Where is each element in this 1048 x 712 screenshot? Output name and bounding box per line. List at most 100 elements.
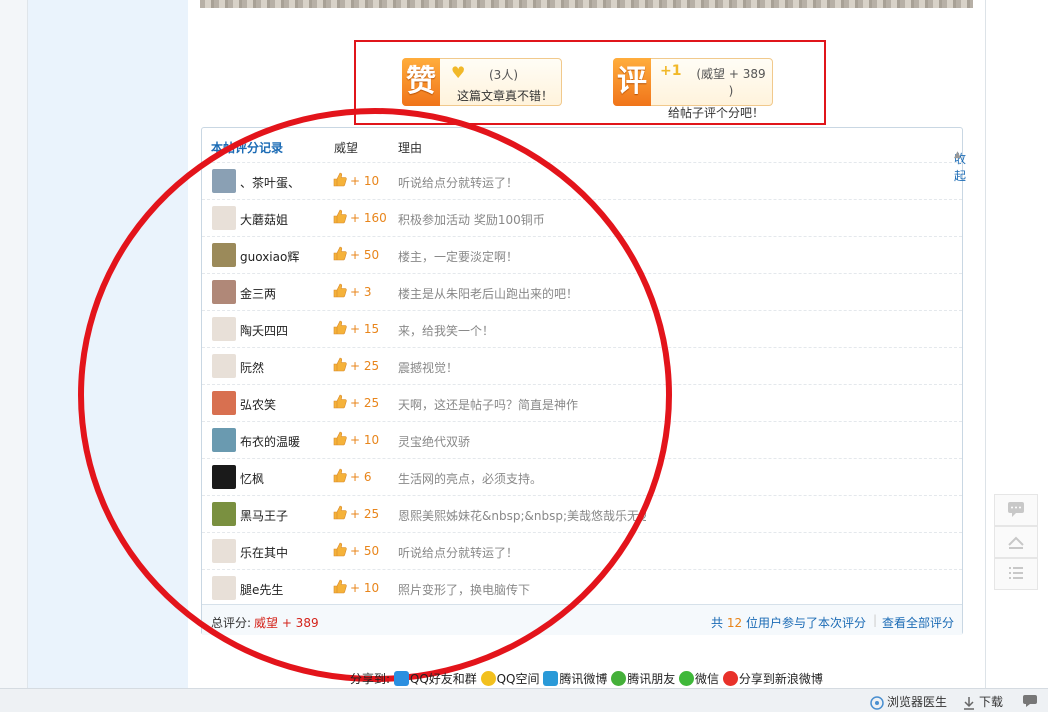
username-link[interactable]: 忆枫 (240, 470, 264, 487)
annotation-rectangle (354, 40, 826, 125)
avatar[interactable] (212, 243, 236, 267)
score-value: + 160 (350, 211, 387, 225)
thumbs-up-icon (333, 320, 347, 335)
username-link[interactable]: 大蘑菇姐 (240, 211, 288, 228)
table-row: guoxiao辉 + 50 楼主，一定要淡定啊！ (202, 236, 962, 273)
table-title: 本帖评分记录 (211, 141, 284, 155)
share-wechat[interactable]: 微信 (679, 671, 719, 686)
thumbs-up-icon (333, 246, 347, 261)
participants-count: 12 (726, 616, 743, 630)
doctor-icon (870, 695, 884, 710)
share-qq-friends[interactable]: QQ好友和群 (393, 671, 477, 686)
qq-icon (393, 671, 409, 686)
avatar[interactable] (212, 317, 236, 341)
reason-text: 灵宝绝代双骄 (398, 435, 471, 449)
sina-weibo-icon (722, 671, 738, 686)
arrow-up-icon (1008, 536, 1024, 549)
share-qzone[interactable]: QQ空间 (480, 671, 540, 686)
table-row: 弘农笑 + 25 天啊，这还是帖子吗？简直是神作 (202, 384, 962, 421)
avatar[interactable] (212, 280, 236, 304)
list-icon (1009, 567, 1023, 579)
reason-text: 照片变形了，换电脑传下 (398, 583, 531, 597)
thumbs-up-icon (333, 579, 347, 594)
back-to-top-button[interactable] (994, 526, 1038, 558)
username-link[interactable]: guoxiao辉 (240, 248, 299, 265)
table-footer: 总评分: 威望 + 389 共 12 位用户参与了本次评分 | 查看全部评分 (202, 604, 962, 635)
feedback-button[interactable] (1022, 693, 1038, 710)
thumbs-up-icon (333, 172, 347, 187)
tencent-weibo-icon (543, 671, 559, 686)
reason-text: 天啊，这还是帖子吗？简直是神作 (398, 398, 579, 412)
column-reason: 理由 (398, 141, 423, 155)
reason-text: 震撼视觉！ (398, 361, 459, 375)
reason-text: 恩熙美熙姊妹花&nbsp;&nbsp;美哉悠哉乐无边 (398, 509, 646, 523)
table-row: 腿e先生 + 10 照片变形了，换电脑传下 (202, 569, 962, 606)
browser-doctor-button[interactable]: 浏览器医生 (870, 693, 947, 710)
avatar[interactable] (212, 354, 236, 378)
username-link[interactable]: 弘农笑 (240, 396, 276, 413)
avatar[interactable] (212, 465, 236, 489)
avatar[interactable] (212, 539, 236, 563)
username-link[interactable]: 布衣的温暖 (240, 433, 300, 450)
view-all-ratings-link[interactable]: 查看全部评分 (882, 614, 954, 631)
column-weiwang: 威望 (334, 141, 359, 155)
total-label: 总评分: (211, 616, 252, 630)
thumbs-up-icon (333, 542, 347, 557)
score-value: + 50 (350, 248, 380, 262)
avatar[interactable] (212, 391, 236, 415)
list-tool-button[interactable] (994, 558, 1038, 590)
table-row: 布衣的温暖 + 10 灵宝绝代双骄 (202, 421, 962, 458)
avatar[interactable] (212, 206, 236, 230)
thumbs-up-icon (333, 431, 347, 446)
wechat-icon (679, 671, 695, 686)
reason-text: 生活网的亮点，必须支持。 (398, 472, 543, 486)
post-photo-bottom-edge (200, 0, 973, 8)
reason-text: 楼主是从朱阳老后山跑出来的吧！ (398, 287, 579, 301)
share-sina-weibo[interactable]: 分享到新浪微博 (722, 671, 823, 686)
username-link[interactable]: 黑马王子 (240, 507, 288, 524)
avatar[interactable] (212, 428, 236, 452)
username-link[interactable]: 乐在其中 (240, 544, 288, 561)
total-value: 威望 + 389 (254, 616, 319, 630)
score-value: + 25 (350, 359, 380, 373)
download-icon (964, 696, 974, 710)
thumbs-up-icon (333, 357, 347, 372)
participants-summary: 共 12 位用户参与了本次评分 (711, 614, 866, 631)
thumbs-up-icon (333, 209, 347, 224)
avatar[interactable] (212, 576, 236, 600)
left-background (0, 0, 28, 688)
username-link[interactable]: 金三两 (240, 285, 276, 302)
download-button[interactable]: 下载 (962, 693, 1003, 710)
table-row: 阮然 + 25 震撼视觉！ (202, 347, 962, 384)
avatar[interactable] (212, 169, 236, 193)
feedback-icon (1023, 695, 1037, 707)
comment-tool-button[interactable] (994, 494, 1038, 526)
score-value: + 10 (350, 433, 380, 447)
sidebar-panel (28, 0, 188, 688)
score-value: + 50 (350, 544, 380, 558)
table-row: 乐在其中 + 50 听说给点分就转运了！ (202, 532, 962, 569)
table-row: 大蘑菇姐 + 160 积极参加活动 奖励100铜币 (202, 199, 962, 236)
username-link[interactable]: 腿e先生 (240, 581, 283, 598)
reason-text: 积极参加活动 奖励100铜币 (398, 213, 545, 227)
score-value: + 3 (350, 285, 372, 299)
thumbs-up-icon (333, 468, 347, 483)
participants-post: 位用户参与了本次评分 (745, 616, 866, 630)
table-header: 本帖评分记录 威望 理由 收起 ▲ (202, 128, 966, 183)
table-row: 、茶叶蛋、 + 10 听说给点分就转运了！ (202, 162, 962, 199)
username-link[interactable]: 、茶叶蛋、 (240, 174, 300, 191)
participants-pre: 共 (711, 616, 724, 630)
share-tencent-friends[interactable]: 腾讯朋友 (611, 671, 675, 686)
avatar[interactable] (212, 502, 236, 526)
table-row: 忆枫 + 6 生活网的亮点，必须支持。 (202, 458, 962, 495)
username-link[interactable]: 陶夭四四 (240, 322, 288, 339)
browser-status-bar: 浏览器医生 下载 (0, 688, 1048, 712)
thumbs-up-icon (333, 394, 347, 409)
qzone-icon (480, 671, 496, 686)
score-value: + 10 (350, 581, 380, 595)
table-row: 黑马王子 + 25 恩熙美熙姊妹花&nbsp;&nbsp;美哉悠哉乐无边 (202, 495, 962, 532)
share-tencent-weibo[interactable]: 腾讯微博 (543, 671, 607, 686)
share-bar: 分享到: QQ好友和群 QQ空间 腾讯微博 腾讯朋友 微信 分享到新浪微博 (350, 670, 823, 688)
username-link[interactable]: 阮然 (240, 359, 264, 376)
table-row: 金三两 + 3 楼主是从朱阳老后山跑出来的吧！ (202, 273, 962, 310)
